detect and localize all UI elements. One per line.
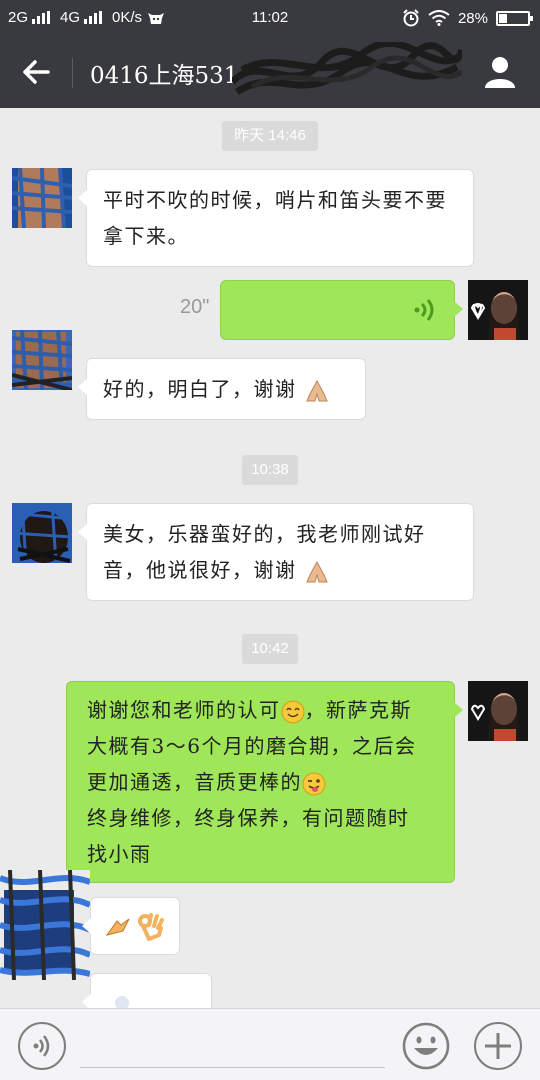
smile-emoji (281, 700, 304, 723)
voice-input-icon (33, 1035, 50, 1057)
back-arrow-icon[interactable] (18, 54, 54, 90)
message-line: 更加通透，音质更棒的 (87, 764, 444, 800)
voice-duration: 20" (180, 296, 210, 318)
more-button[interactable] (474, 1022, 522, 1070)
chat-title: 0416上海531 (90, 63, 239, 89)
wink-tongue-emoji (302, 772, 326, 795)
avatar[interactable] (0, 870, 90, 980)
battery-percent: 28% (457, 9, 488, 27)
message-bubble[interactable]: 平时不吹的时候，哨片和笛头要不要拿下来。 (78, 169, 474, 267)
message-line: 终身维修，终身保养，有问题随时 (87, 806, 410, 830)
alarm-icon (403, 9, 419, 27)
plus-icon (485, 1033, 511, 1059)
redaction-scribble (232, 42, 462, 95)
message-bubble[interactable]: 美女，乐器蛮好的，我老师刚试好音，他说很好，谢谢 (78, 503, 474, 601)
emoji-icon[interactable] (402, 1022, 450, 1070)
text-input[interactable] (80, 1067, 385, 1068)
voice-message-bubble[interactable] (220, 280, 463, 340)
emoji-message-bubble[interactable] (82, 897, 180, 955)
message-line: 找小雨 (87, 842, 152, 866)
ok-hand-emoji (138, 913, 164, 941)
message-text: 好的，明白了，谢谢 (103, 377, 297, 401)
status-bar: 2G 4G 0K/s 11:02 28% (0, 0, 540, 36)
folded-hands-emoji (306, 560, 329, 582)
timestamp: 10:38 (242, 455, 298, 485)
avatar-self[interactable] (468, 280, 528, 340)
message-bubble[interactable]: 好的，明白了，谢谢 (78, 358, 366, 420)
avatar-self[interactable] (468, 681, 528, 741)
pinching-hand-emoji (105, 918, 130, 936)
chat-header: 0416上海531 (0, 36, 540, 108)
avatar[interactable] (12, 168, 72, 228)
message-text: 平时不吹的时候，哨片和笛头要不要拿下来。 (103, 188, 447, 248)
voice-wave-icon (414, 299, 434, 321)
message-text: 美女，乐器蛮好的，我老师刚试好音，他说很好，谢谢 (103, 522, 426, 582)
message-line: 大概有3～6个月的磨合期，之后会 (87, 734, 417, 758)
wifi-icon (428, 10, 450, 26)
avatar[interactable] (12, 330, 72, 390)
input-bar (0, 1008, 540, 1080)
timestamp: 10:42 (242, 634, 298, 664)
status-right: 28% (402, 9, 533, 27)
timestamp: 昨天 14:46 (222, 121, 318, 151)
battery-icon (496, 10, 533, 26)
avatar[interactable] (12, 503, 72, 563)
message-line: 谢谢您和老师的认可 ，新萨克斯 (87, 698, 412, 723)
folded-hands-emoji (306, 379, 329, 401)
message-bubble[interactable]: 谢谢您和老师的认可 ，新萨克斯 大概有3～6个月的磨合期，之后会 更加通透，音质更… (66, 681, 463, 883)
voice-input-button[interactable] (18, 1022, 66, 1070)
header-divider (72, 58, 73, 88)
profile-icon[interactable] (482, 54, 518, 90)
